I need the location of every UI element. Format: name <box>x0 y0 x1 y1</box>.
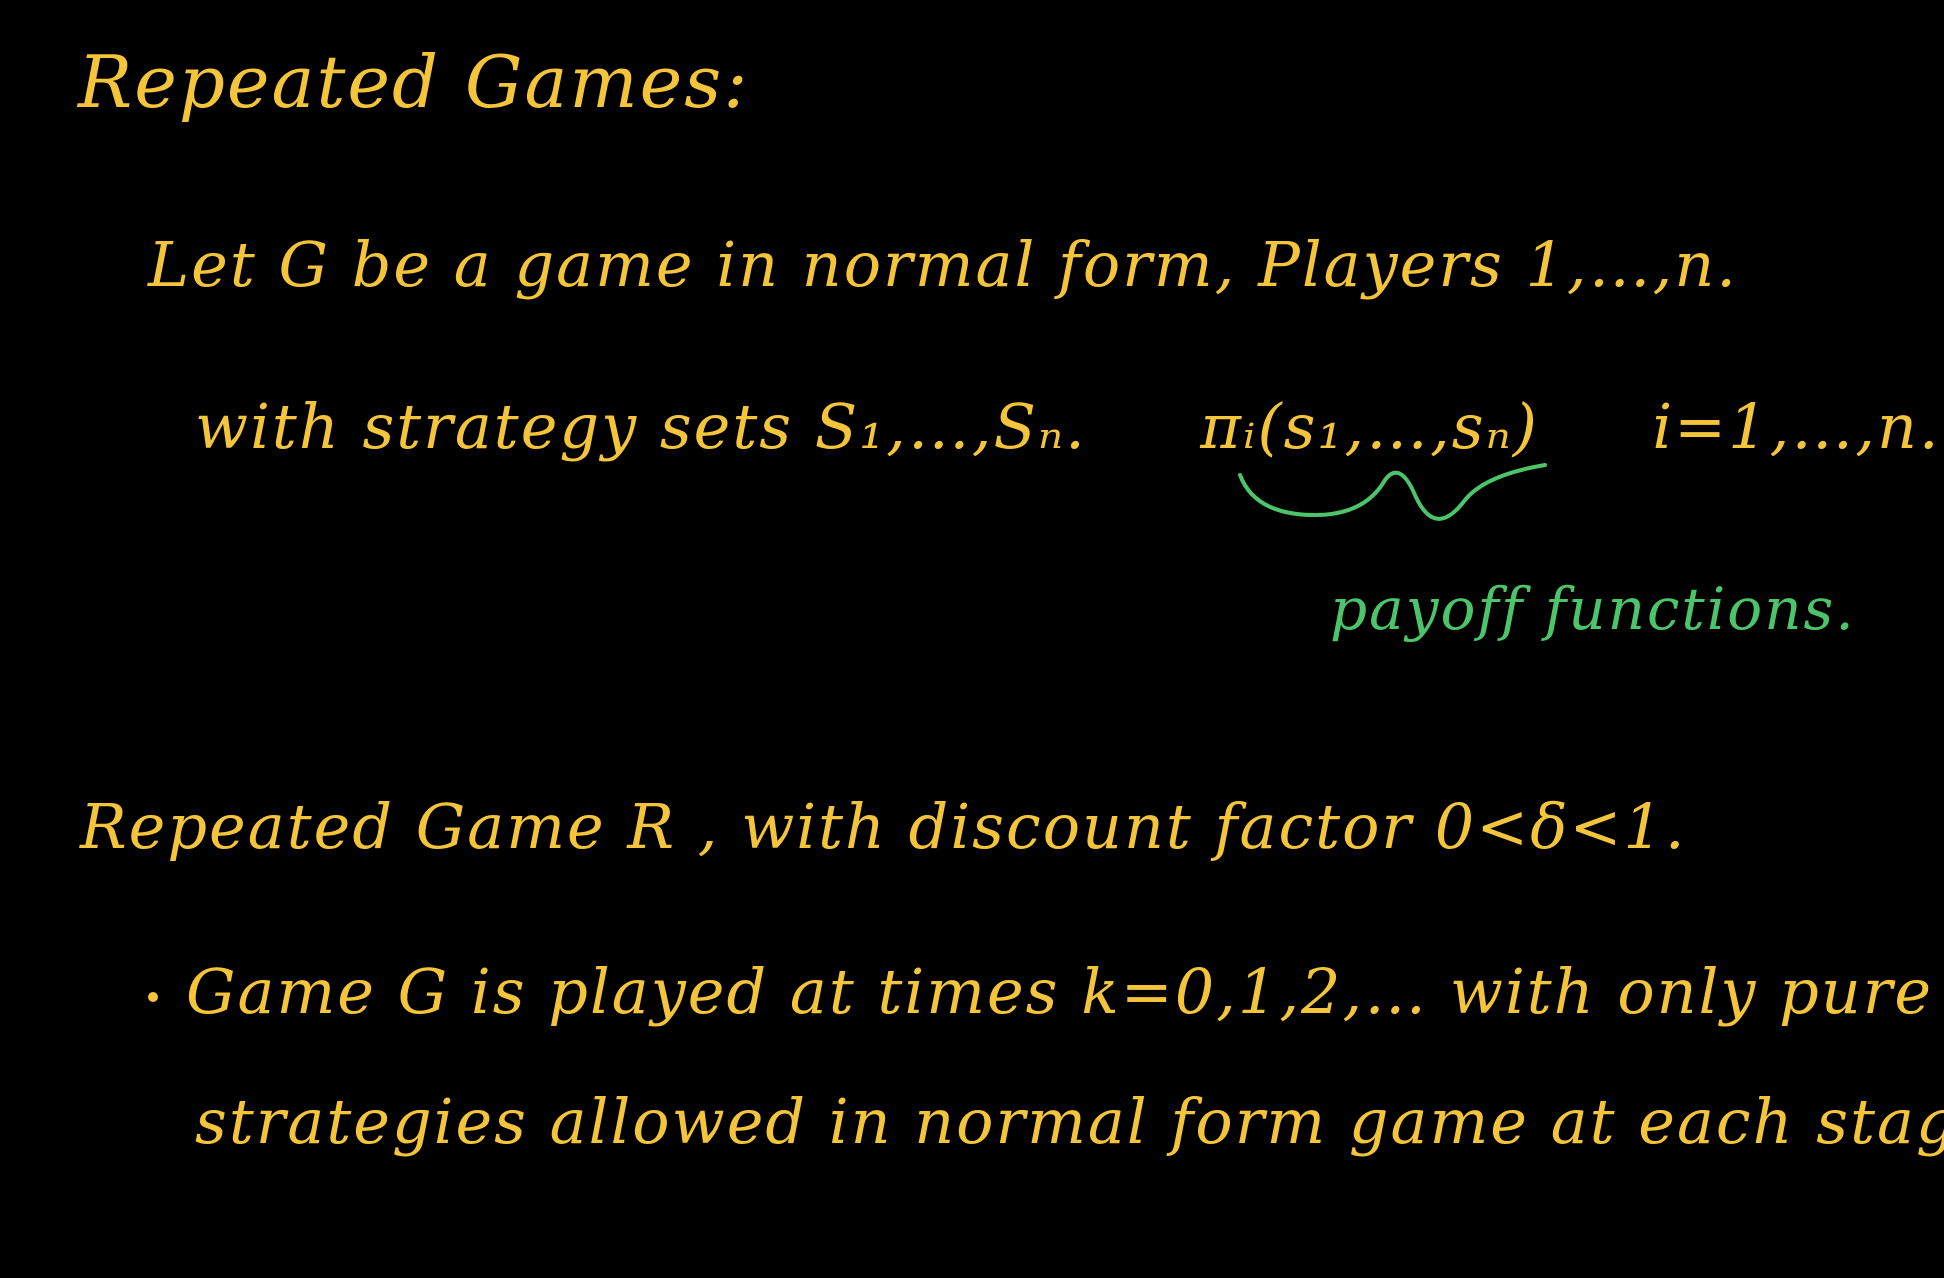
strategy-sets-text: with strategy sets S₁,…,Sₙ. <box>195 390 1087 463</box>
bullet-text-1: Game G is played at times k=0,1,2,… with… <box>186 955 1934 1028</box>
index-range-text: i=1,…,n. <box>1652 390 1941 463</box>
bullet-icon <box>148 991 158 1002</box>
repeated-game-line: Repeated Game R , with discount factor 0… <box>80 790 1687 863</box>
page-title: Repeated Games: <box>78 40 750 124</box>
definition-line-1: Let G be a game in normal form, Players … <box>148 228 1738 301</box>
bullet-line-1: Game G is played at times k=0,1,2,… with… <box>148 955 1933 1028</box>
definition-line-2: with strategy sets S₁,…,Sₙ. πᵢ(s₁,…,sₙ) … <box>195 390 1941 463</box>
underbrace-icon <box>1238 463 1547 521</box>
payoff-expression: πᵢ(s₁,…,sₙ) <box>1200 390 1539 463</box>
payoff-functions-label: payoff functions. <box>1330 575 1856 643</box>
whiteboard: Repeated Games: Let G be a game in norma… <box>0 0 1944 1278</box>
bullet-line-2: strategies allowed in normal form game a… <box>195 1085 1944 1158</box>
